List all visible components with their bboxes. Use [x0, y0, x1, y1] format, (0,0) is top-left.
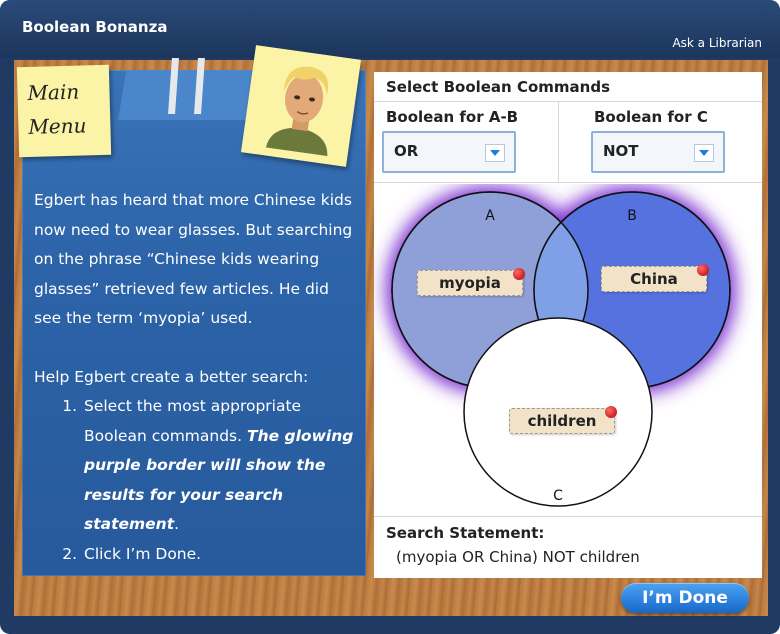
- boolean-ab-select[interactable]: OR: [382, 131, 516, 173]
- chevron-down-icon[interactable]: [485, 144, 505, 162]
- ask-librarian-link[interactable]: Ask a Librarian: [672, 36, 762, 50]
- app-window: Boolean Bonanza Ask a Librarian Main Men…: [0, 0, 780, 634]
- circle-a-label: A: [485, 208, 495, 224]
- divider: [558, 102, 559, 182]
- circle-c-label: C: [553, 488, 563, 504]
- divider: [374, 101, 762, 102]
- term-tag-c[interactable]: children: [509, 406, 617, 434]
- scenario-text: Egbert has heard that more Chinese kids …: [34, 186, 356, 569]
- app-title: Boolean Bonanza: [22, 18, 168, 36]
- search-statement: (myopia OR China) NOT children: [396, 548, 640, 566]
- pushpin-icon: [605, 406, 617, 418]
- boolean-c-select[interactable]: NOT: [591, 131, 725, 173]
- pushpin-icon: [513, 268, 525, 280]
- help-intro: Help Egbert create a better search:: [34, 367, 309, 386]
- instruction-step-1: Select the most appropriate Boolean comm…: [82, 392, 356, 540]
- search-statement-label: Search Statement:: [386, 524, 545, 542]
- pushpin-icon: [697, 264, 709, 276]
- commands-title: Select Boolean Commands: [386, 78, 610, 96]
- folder-tab: [118, 70, 256, 120]
- main-menu-label-line1: Main: [27, 79, 80, 105]
- im-done-button[interactable]: I’m Done: [621, 583, 749, 613]
- divider: [374, 516, 762, 517]
- instruction-step-2: Click I’m Done.: [82, 540, 356, 570]
- c-label: Boolean for C: [594, 108, 708, 126]
- term-c: children: [527, 412, 597, 430]
- title-bar: Boolean Bonanza Ask a Librarian: [0, 0, 780, 58]
- circle-b-label: B: [627, 208, 637, 224]
- term-tag-b[interactable]: China: [601, 264, 709, 292]
- term-tag-a[interactable]: myopia: [417, 268, 525, 296]
- divider: [374, 182, 762, 183]
- main-menu-label-line2: Menu: [28, 113, 87, 139]
- chevron-down-icon[interactable]: [694, 144, 714, 162]
- instruction-list: Select the most appropriate Boolean comm…: [34, 392, 356, 569]
- venn-diagram: A B C: [386, 186, 736, 507]
- term-b: China: [630, 270, 678, 288]
- egbert-avatar-icon: [265, 66, 329, 157]
- term-a: myopia: [439, 274, 501, 292]
- step1-suffix: .: [174, 515, 180, 533]
- ab-label: Boolean for A-B: [386, 108, 519, 126]
- character-note: [241, 45, 361, 167]
- boolean-c-value: NOT: [603, 142, 639, 160]
- main-menu-button[interactable]: Main Menu: [16, 64, 112, 158]
- scenario-paragraph: Egbert has heard that more Chinese kids …: [34, 191, 353, 327]
- boolean-ab-value: OR: [394, 142, 419, 160]
